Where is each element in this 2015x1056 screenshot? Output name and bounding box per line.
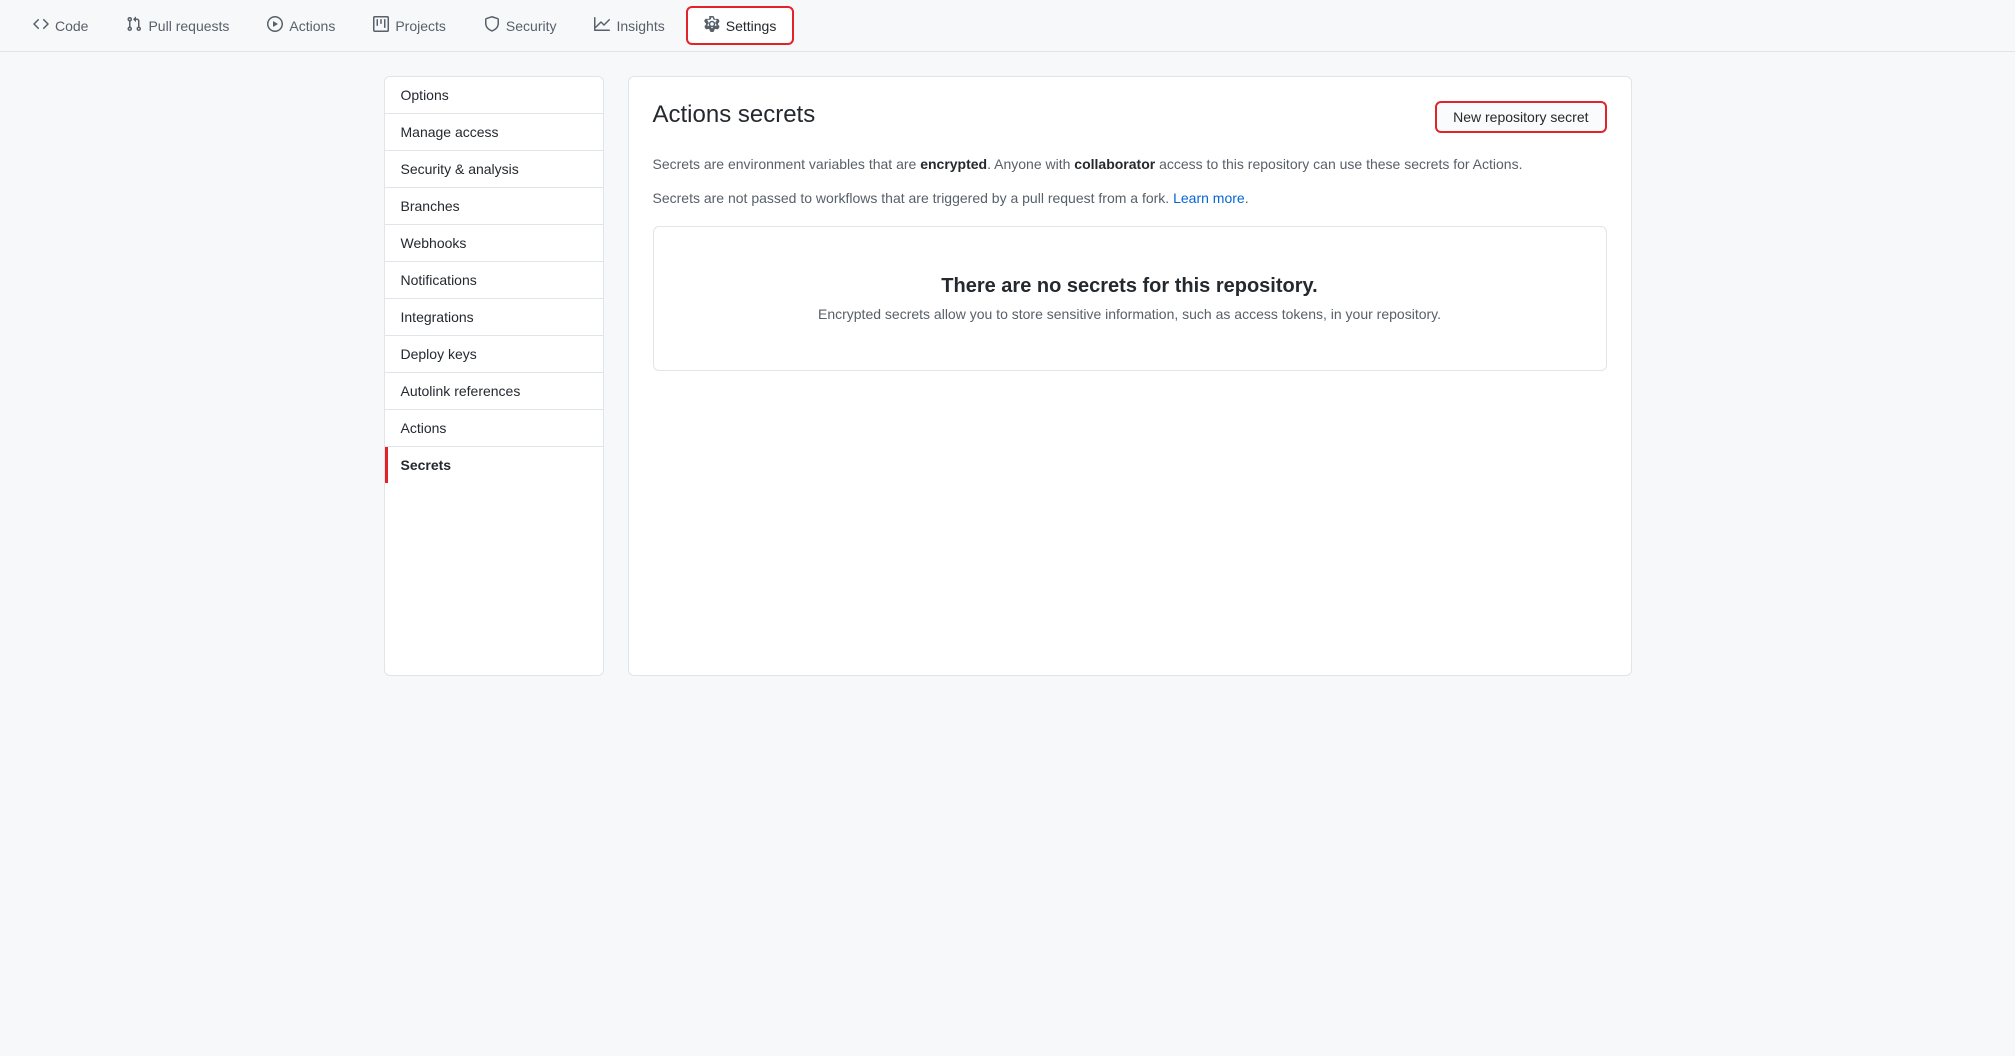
main-content: Actions secrets New repository secret Se… xyxy=(628,76,1632,676)
sidebar-item-security-analysis-label: Security & analysis xyxy=(401,161,519,177)
sidebar-item-integrations-label: Integrations xyxy=(401,309,474,325)
sidebar-item-manage-access[interactable]: Manage access xyxy=(385,114,603,151)
nav-tab-code-label: Code xyxy=(55,18,88,34)
sidebar-item-notifications-label: Notifications xyxy=(401,272,477,288)
sidebar: Options Manage access Security & analysi… xyxy=(384,76,604,676)
shield-icon xyxy=(484,16,500,35)
top-nav: Code Pull requests Actions xyxy=(0,0,2015,52)
nav-tab-pull-requests[interactable]: Pull requests xyxy=(109,7,246,44)
sidebar-item-branches-label: Branches xyxy=(401,198,460,214)
nav-tab-settings-label: Settings xyxy=(726,18,777,34)
sidebar-item-integrations[interactable]: Integrations xyxy=(385,299,603,336)
description-line1: Secrets are environment variables that a… xyxy=(653,153,1607,175)
sidebar-item-secrets[interactable]: Secrets xyxy=(385,447,603,483)
sidebar-item-branches[interactable]: Branches xyxy=(385,188,603,225)
nav-tab-code[interactable]: Code xyxy=(16,7,105,44)
nav-tab-insights[interactable]: Insights xyxy=(577,7,681,44)
nav-tab-security-label: Security xyxy=(506,18,557,34)
nav-tab-actions-label: Actions xyxy=(289,18,335,34)
page-header: Actions secrets New repository secret xyxy=(653,101,1607,133)
sidebar-item-security-analysis[interactable]: Security & analysis xyxy=(385,151,603,188)
empty-state: There are no secrets for this repository… xyxy=(653,226,1607,371)
sidebar-item-options-label: Options xyxy=(401,87,449,103)
nav-tab-pull-requests-label: Pull requests xyxy=(148,18,229,34)
description-period: . xyxy=(1245,190,1249,206)
sidebar-item-deploy-keys[interactable]: Deploy keys xyxy=(385,336,603,373)
page-container: Options Manage access Security & analysi… xyxy=(368,52,1648,700)
sidebar-item-webhooks-label: Webhooks xyxy=(401,235,467,251)
projects-icon xyxy=(373,16,389,35)
nav-tab-actions[interactable]: Actions xyxy=(250,7,352,44)
new-repository-secret-button[interactable]: New repository secret xyxy=(1435,101,1606,133)
page-title: Actions secrets xyxy=(653,101,816,129)
description-text-pre: Secrets are environment variables that a… xyxy=(653,156,921,172)
sidebar-item-autolink-references[interactable]: Autolink references xyxy=(385,373,603,410)
sidebar-item-options[interactable]: Options xyxy=(385,77,603,114)
empty-state-description: Encrypted secrets allow you to store sen… xyxy=(678,306,1582,322)
nav-tab-projects-label: Projects xyxy=(395,18,446,34)
learn-more-link[interactable]: Learn more xyxy=(1173,190,1245,206)
sidebar-item-deploy-keys-label: Deploy keys xyxy=(401,346,477,362)
code-icon xyxy=(33,16,49,35)
empty-state-title: There are no secrets for this repository… xyxy=(678,275,1582,298)
gear-icon xyxy=(704,16,720,35)
sidebar-item-actions[interactable]: Actions xyxy=(385,410,603,447)
description-text-post: access to this repository can use these … xyxy=(1155,156,1522,172)
sidebar-item-secrets-label: Secrets xyxy=(401,457,452,473)
sidebar-item-actions-label: Actions xyxy=(401,420,447,436)
description-bold-collaborator: collaborator xyxy=(1074,156,1155,172)
nav-tab-security[interactable]: Security xyxy=(467,7,574,44)
description-fork-warning: Secrets are not passed to workflows that… xyxy=(653,190,1174,206)
nav-tab-projects[interactable]: Projects xyxy=(356,7,463,44)
sidebar-item-notifications[interactable]: Notifications xyxy=(385,262,603,299)
pull-request-icon xyxy=(126,16,142,35)
sidebar-item-webhooks[interactable]: Webhooks xyxy=(385,225,603,262)
description-line2: Secrets are not passed to workflows that… xyxy=(653,187,1607,209)
sidebar-item-manage-access-label: Manage access xyxy=(401,124,499,140)
description-text-mid: . Anyone with xyxy=(987,156,1074,172)
nav-tab-insights-label: Insights xyxy=(616,18,664,34)
nav-tab-settings[interactable]: Settings xyxy=(686,6,795,45)
graph-icon xyxy=(594,16,610,35)
actions-icon xyxy=(267,16,283,35)
sidebar-item-autolink-references-label: Autolink references xyxy=(401,383,521,399)
description-bold-encrypted: encrypted xyxy=(920,156,987,172)
